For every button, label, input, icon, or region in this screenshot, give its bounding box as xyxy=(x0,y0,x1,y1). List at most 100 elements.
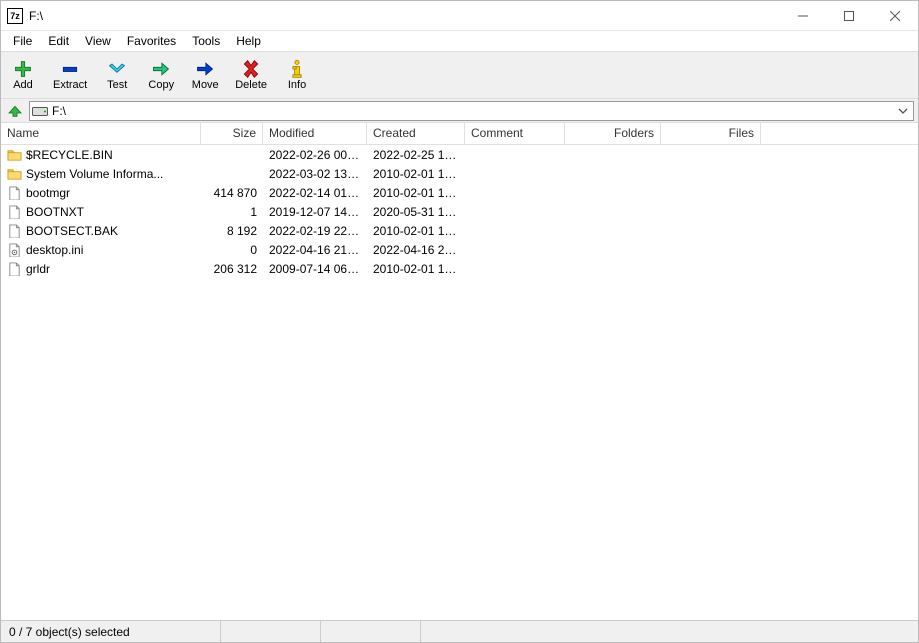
file-icon xyxy=(7,243,22,257)
file-name: bootmgr xyxy=(26,186,70,200)
cell-modified: 2022-02-14 01:32 xyxy=(263,186,367,200)
status-selection: 0 / 7 object(s) selected xyxy=(1,621,221,642)
cell-modified: 2022-02-26 00:40 xyxy=(263,148,367,162)
copy-label: Copy xyxy=(148,79,174,91)
col-comment[interactable]: Comment xyxy=(465,123,565,144)
app-icon: 7z xyxy=(7,8,23,24)
file-list[interactable]: $RECYCLE.BIN 2022-02-26 00:402022-02-25 1… xyxy=(1,145,918,620)
menu-help[interactable]: Help xyxy=(228,32,269,50)
cell-name: bootmgr xyxy=(1,186,201,200)
move-arrow-icon xyxy=(194,59,216,79)
col-modified[interactable]: Modified xyxy=(263,123,367,144)
plus-icon xyxy=(12,59,34,79)
info-button[interactable]: Info xyxy=(279,57,315,93)
menu-tools[interactable]: Tools xyxy=(184,32,228,50)
delete-label: Delete xyxy=(235,79,267,91)
cell-modified: 2019-12-07 14:38 xyxy=(263,205,367,219)
up-arrow-icon xyxy=(7,103,23,119)
delete-button[interactable]: Delete xyxy=(231,57,271,93)
cell-modified: 2022-03-02 13:44 xyxy=(263,167,367,181)
cell-size: 0 xyxy=(201,243,263,257)
status-seg2 xyxy=(221,621,321,642)
cell-created: 2022-04-16 21:37 xyxy=(367,243,465,257)
address-path: F:\ xyxy=(52,104,895,118)
cell-name: BOOTSECT.BAK xyxy=(1,224,201,238)
file-row[interactable]: desktop.ini02022-04-16 21:372022-04-16 2… xyxy=(1,240,918,259)
menu-edit[interactable]: Edit xyxy=(40,32,77,50)
titlebar: 7z F:\ xyxy=(1,1,918,31)
cell-modified: 2022-02-19 22:09 xyxy=(263,224,367,238)
cell-name: System Volume Informa... xyxy=(1,167,201,181)
test-label: Test xyxy=(107,79,127,91)
col-files[interactable]: Files xyxy=(661,123,761,144)
address-combo[interactable]: F:\ xyxy=(29,101,914,121)
cell-created: 2020-05-31 10:48 xyxy=(367,205,465,219)
minimize-button[interactable] xyxy=(780,1,826,31)
cell-created: 2022-02-25 10:05 xyxy=(367,148,465,162)
cell-size: 206 312 xyxy=(201,262,263,276)
minus-icon xyxy=(59,59,81,79)
copy-button[interactable]: Copy xyxy=(143,57,179,93)
add-label: Add xyxy=(13,79,33,91)
window-title: F:\ xyxy=(29,9,43,23)
file-row[interactable]: bootmgr 414 8702022-02-14 01:322010-02-01… xyxy=(1,183,918,202)
move-button[interactable]: Move xyxy=(187,57,223,93)
column-headers: Name Size Modified Created Comment Folde… xyxy=(1,123,918,145)
file-name: BOOTNXT xyxy=(26,205,84,219)
col-name[interactable]: Name xyxy=(1,123,201,144)
copy-arrow-icon xyxy=(150,59,172,79)
up-button[interactable] xyxy=(5,101,25,121)
cell-size: 1 xyxy=(201,205,263,219)
info-icon xyxy=(286,59,308,79)
col-size[interactable]: Size xyxy=(201,123,263,144)
cell-created: 2010-02-01 17:32 xyxy=(367,262,465,276)
folder-icon xyxy=(7,167,22,181)
delete-x-icon xyxy=(240,59,262,79)
file-row[interactable]: BOOTSECT.BAK 8 1922022-02-19 22:092010-02… xyxy=(1,221,918,240)
address-bar: F:\ xyxy=(1,99,918,123)
cell-modified: 2022-04-16 21:37 xyxy=(263,243,367,257)
menu-view[interactable]: View xyxy=(77,32,119,50)
file-icon xyxy=(7,262,22,276)
file-icon xyxy=(7,186,22,200)
add-button[interactable]: Add xyxy=(5,57,41,93)
cell-created: 2010-02-01 17:32 xyxy=(367,224,465,238)
cell-name: BOOTNXT xyxy=(1,205,201,219)
cell-size: 414 870 xyxy=(201,186,263,200)
cell-name: desktop.ini xyxy=(1,243,201,257)
cell-created: 2010-02-01 17:34 xyxy=(367,167,465,181)
extract-button[interactable]: Extract xyxy=(49,57,91,93)
menubar: File Edit View Favorites Tools Help xyxy=(1,31,918,51)
file-name: desktop.ini xyxy=(26,243,83,257)
address-dropdown-button[interactable] xyxy=(895,102,911,120)
status-seg3 xyxy=(321,621,421,642)
file-icon xyxy=(7,205,22,219)
cell-name: grldr xyxy=(1,262,201,276)
file-name: BOOTSECT.BAK xyxy=(26,224,118,238)
file-row[interactable]: System Volume Informa... 2022-03-02 13:44… xyxy=(1,164,918,183)
file-row[interactable]: $RECYCLE.BIN 2022-02-26 00:402022-02-25 1… xyxy=(1,145,918,164)
test-button[interactable]: Test xyxy=(99,57,135,93)
cell-name: $RECYCLE.BIN xyxy=(1,148,201,162)
cell-modified: 2009-07-14 06:56 xyxy=(263,262,367,276)
cell-created: 2010-02-01 17:32 xyxy=(367,186,465,200)
menu-favorites[interactable]: Favorites xyxy=(119,32,184,50)
file-name: System Volume Informa... xyxy=(26,167,163,181)
col-created[interactable]: Created xyxy=(367,123,465,144)
col-folders[interactable]: Folders xyxy=(565,123,661,144)
chevron-down-icon xyxy=(898,106,908,116)
file-row[interactable]: BOOTNXT 12019-12-07 14:382020-05-31 10:48 xyxy=(1,202,918,221)
maximize-button[interactable] xyxy=(826,1,872,31)
file-row[interactable]: grldr 206 3122009-07-14 06:562010-02-01 1… xyxy=(1,259,918,278)
status-bar: 0 / 7 object(s) selected xyxy=(1,620,918,642)
cell-size: 8 192 xyxy=(201,224,263,238)
extract-label: Extract xyxy=(53,79,87,91)
close-button[interactable] xyxy=(872,1,918,31)
file-icon xyxy=(7,224,22,238)
drive-icon xyxy=(32,105,48,117)
folder-icon xyxy=(7,148,22,162)
menu-file[interactable]: File xyxy=(5,32,40,50)
file-name: $RECYCLE.BIN xyxy=(26,148,113,162)
move-label: Move xyxy=(192,79,219,91)
file-name: grldr xyxy=(26,262,50,276)
